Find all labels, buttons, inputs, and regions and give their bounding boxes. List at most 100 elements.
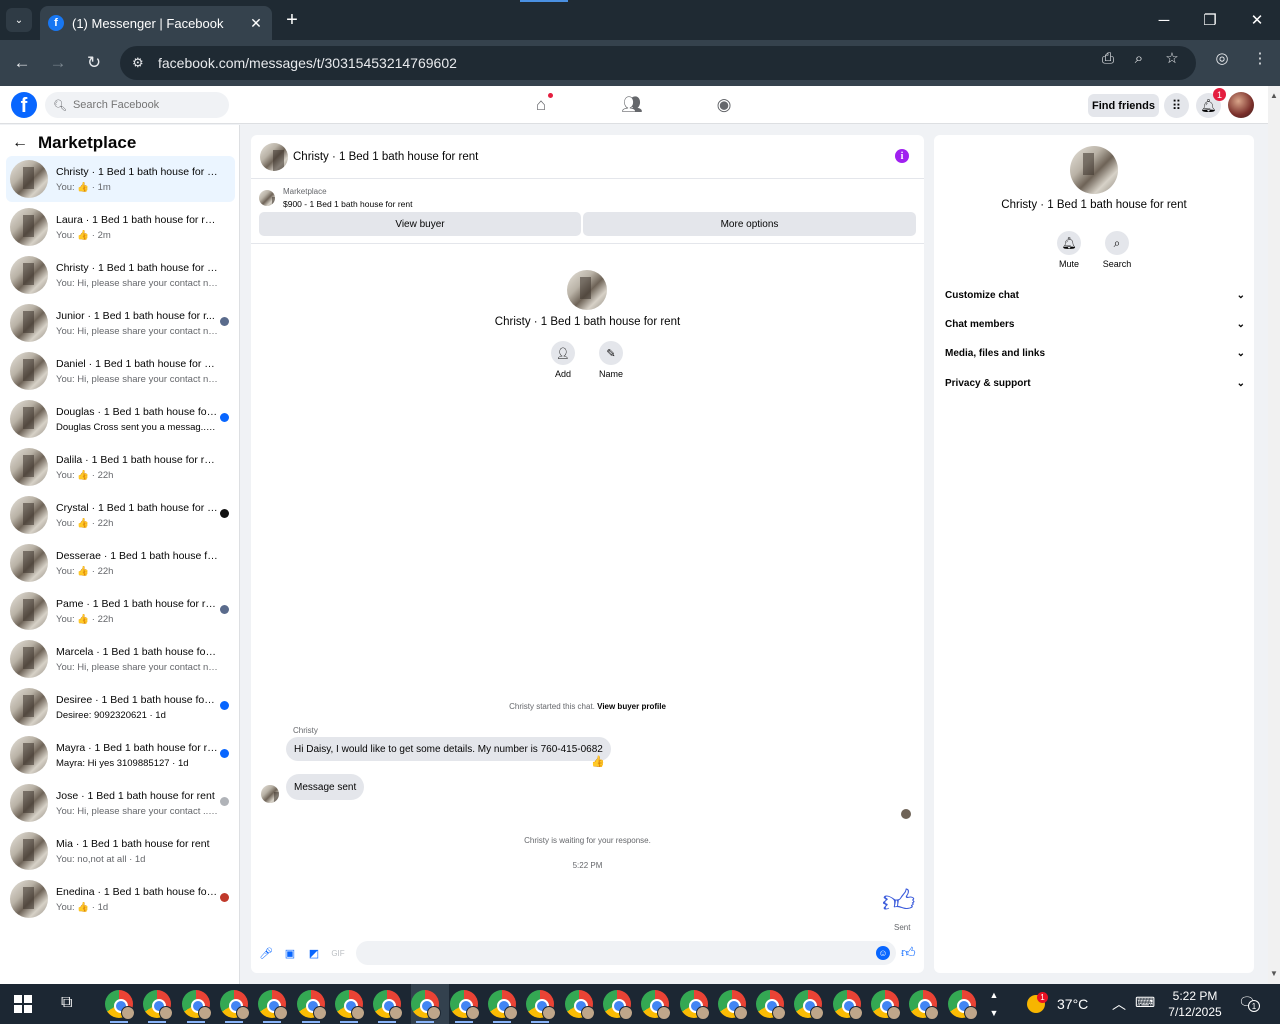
minimize-icon[interactable]: ─ xyxy=(1152,8,1176,32)
task-view-icon[interactable]: ⧉ xyxy=(61,994,72,1012)
section-chat-members[interactable]: Chat members ⌄ xyxy=(945,314,1245,334)
facebook-search-box[interactable]: 🔍︎ xyxy=(45,92,229,118)
gif-icon[interactable]: GIF xyxy=(331,946,345,960)
scroll-up-icon[interactable]: ▲ xyxy=(1270,92,1278,100)
tab-close-icon[interactable]: ✕ xyxy=(248,15,264,32)
chat-avatar[interactable] xyxy=(260,142,288,171)
chrome-profile-icon[interactable] xyxy=(105,990,135,1020)
site-settings-icon[interactable]: ⚙ xyxy=(132,55,150,71)
back-arrow-icon[interactable]: ← xyxy=(12,134,28,152)
windows-start-icon[interactable] xyxy=(14,995,32,1013)
add-people-action[interactable]: 👤︎ Add xyxy=(543,341,583,379)
reload-icon[interactable]: ↻ xyxy=(83,52,105,74)
chrome-profile-icon[interactable] xyxy=(258,990,289,1020)
chrome-profile-icon[interactable] xyxy=(909,990,940,1020)
chrome-profile-icon[interactable] xyxy=(334,990,365,1020)
account-avatar[interactable] xyxy=(1228,92,1254,118)
message-reaction[interactable]: 👍 xyxy=(591,755,605,768)
conversation-item[interactable]: Jose · 1 Bed 1 bath house for rent You: H… xyxy=(6,780,235,826)
back-icon[interactable]: ← xyxy=(11,52,33,74)
chrome-profile-icon[interactable] xyxy=(564,990,595,1020)
find-friends-button[interactable]: Find friends xyxy=(1088,94,1159,117)
groups-icon[interactable]: ◉ xyxy=(712,93,736,117)
conversation-item[interactable]: Christy · 1 Bed 1 bath house for rent You… xyxy=(6,156,235,202)
chrome-profile-icon[interactable] xyxy=(373,990,404,1020)
conversation-item[interactable]: Junior · 1 Bed 1 bath house for r... You:… xyxy=(6,300,235,346)
conversation-item[interactable]: Pame · 1 Bed 1 bath house for rent You: 👍… xyxy=(6,588,235,634)
temperature[interactable]: 37°C xyxy=(1057,996,1088,1012)
conversation-item[interactable]: Daniel · 1 Bed 1 bath house for rent You:… xyxy=(6,348,235,394)
conversation-item[interactable]: Mayra · 1 Bed 1 bath house for re... Mayr… xyxy=(6,732,235,778)
edit-name-action[interactable]: ✎ Name xyxy=(591,341,631,379)
new-tab-button[interactable]: + xyxy=(282,8,302,32)
chrome-profile-icon[interactable] xyxy=(871,990,901,1020)
chrome-profile-icon[interactable] xyxy=(411,990,442,1020)
message-sent-bubble[interactable]: Message sent xyxy=(286,774,365,800)
omnibox[interactable]: ⚙ facebook.com/messages/t/30315453214769… xyxy=(120,46,1196,80)
chrome-profile-icon[interactable] xyxy=(219,990,250,1020)
url-text[interactable]: facebook.com/messages/t/3031545321476960… xyxy=(158,55,457,71)
page-scrollbar[interactable]: ▲ ▼ xyxy=(1268,86,1280,984)
chrome-profile-icon[interactable] xyxy=(756,990,787,1020)
chrome-profile-icon[interactable] xyxy=(794,990,825,1020)
chrome-profile-icon[interactable] xyxy=(143,990,174,1020)
taskbar-clock[interactable]: 5:22 PM 7/12/2025 xyxy=(1158,988,1232,1020)
section-media-files[interactable]: Media, files and links ⌄ xyxy=(945,343,1245,363)
conversation-item[interactable]: Laura · 1 Bed 1 bath house for rent You: … xyxy=(6,204,235,250)
scroll-down-icon[interactable]: ▼ xyxy=(1270,970,1278,978)
mute-action[interactable]: 🔔︎ Mute xyxy=(1049,231,1089,269)
facebook-logo-icon[interactable]: f xyxy=(11,92,37,118)
conversation-item[interactable]: Douglas · 1 Bed 1 bath house for ... Doug… xyxy=(6,396,235,442)
browser-tab-messenger[interactable]: f (1) Messenger | Facebook ✕ xyxy=(40,6,272,40)
section-customize-chat[interactable]: Customize chat ⌄ xyxy=(945,285,1245,305)
tray-chevron-icon[interactable]: ︿ xyxy=(1112,994,1126,1014)
like-button-icon[interactable]: 👍︎ xyxy=(901,944,916,961)
conversation-item[interactable]: Marcela · 1 Bed 1 bath house for rent You… xyxy=(6,636,235,682)
sticker-icon[interactable]: ◩ xyxy=(307,946,321,960)
chrome-profile-icon[interactable] xyxy=(641,990,672,1020)
tab-list-button[interactable]: ⌄ xyxy=(6,8,32,32)
photo-icon[interactable]: ▣ xyxy=(283,946,297,960)
info-icon[interactable]: i xyxy=(895,149,909,163)
conversation-item[interactable]: Mia · 1 Bed 1 bath house for rent You: no… xyxy=(6,828,235,874)
incoming-message[interactable]: Hi Daisy, I would like to get some detai… xyxy=(286,737,611,761)
emoji-icon[interactable]: ☺ xyxy=(876,946,890,960)
chrome-profile-icon[interactable] xyxy=(679,990,710,1020)
chrome-profile-icon[interactable] xyxy=(717,990,748,1020)
chrome-profile-icon[interactable] xyxy=(602,990,633,1020)
conversation-item[interactable]: Dalila · 1 Bed 1 bath house for rent You:… xyxy=(6,444,235,490)
keyboard-icon[interactable]: ⌨ xyxy=(1135,994,1155,1011)
message-input[interactable] xyxy=(356,941,866,965)
menu-grid-icon[interactable]: ⠿ xyxy=(1164,93,1189,118)
profile-icon[interactable]: ◎ xyxy=(1212,48,1232,68)
marketplace-listing[interactable]: Marketplace $900 - 1 Bed 1 bath house fo… xyxy=(259,187,412,209)
conversation-item[interactable]: Desserae · 1 Bed 1 bath house for r... Yo… xyxy=(6,540,235,586)
chrome-profile-icon[interactable] xyxy=(296,990,327,1020)
chrome-profile-icon[interactable] xyxy=(488,990,518,1020)
bookmark-star-icon[interactable]: ☆ xyxy=(1162,48,1182,68)
chrome-profile-icon[interactable] xyxy=(947,990,978,1020)
search-action[interactable]: ⌕ Search xyxy=(1097,231,1137,269)
view-buyer-profile-link[interactable]: View buyer profile xyxy=(597,702,666,711)
section-privacy-support[interactable]: Privacy & support ⌄ xyxy=(945,373,1245,393)
action-center-icon[interactable]: 🗨︎ 1 xyxy=(1238,994,1260,1012)
conversation-item[interactable]: Desiree · 1 Bed 1 bath house for r... Des… xyxy=(6,684,235,730)
forward-icon[interactable]: → xyxy=(47,52,69,74)
chrome-profile-icon[interactable] xyxy=(449,990,480,1020)
home-icon[interactable]: ⌂ xyxy=(529,93,553,117)
conversation-item[interactable]: Crystal · 1 Bed 1 bath house for r... You… xyxy=(6,492,235,538)
view-buyer-button[interactable]: View buyer xyxy=(259,212,581,236)
friends-icon[interactable]: 👥︎ xyxy=(620,93,644,117)
more-options-button[interactable]: More options xyxy=(583,212,916,236)
chrome-profile-icon[interactable] xyxy=(832,990,863,1020)
weather-icon[interactable]: 1 xyxy=(1025,992,1049,1016)
facebook-search-input[interactable] xyxy=(72,99,213,111)
chrome-profile-icon[interactable] xyxy=(526,990,557,1020)
microphone-icon[interactable]: 🎤︎ xyxy=(259,946,273,960)
conversation-item[interactable]: Christy · 1 Bed 1 bath house for rent You… xyxy=(6,252,235,298)
chat-title[interactable]: Christy · 1 Bed 1 bath house for rent xyxy=(293,151,478,163)
sender-avatar[interactable] xyxy=(261,785,279,803)
restore-icon[interactable]: ❐ xyxy=(1198,8,1222,32)
conversation-item[interactable]: Enedina · 1 Bed 1 bath house for... You: … xyxy=(6,876,235,922)
taskbar-overflow[interactable]: ▲ ▼ xyxy=(988,986,1000,1022)
